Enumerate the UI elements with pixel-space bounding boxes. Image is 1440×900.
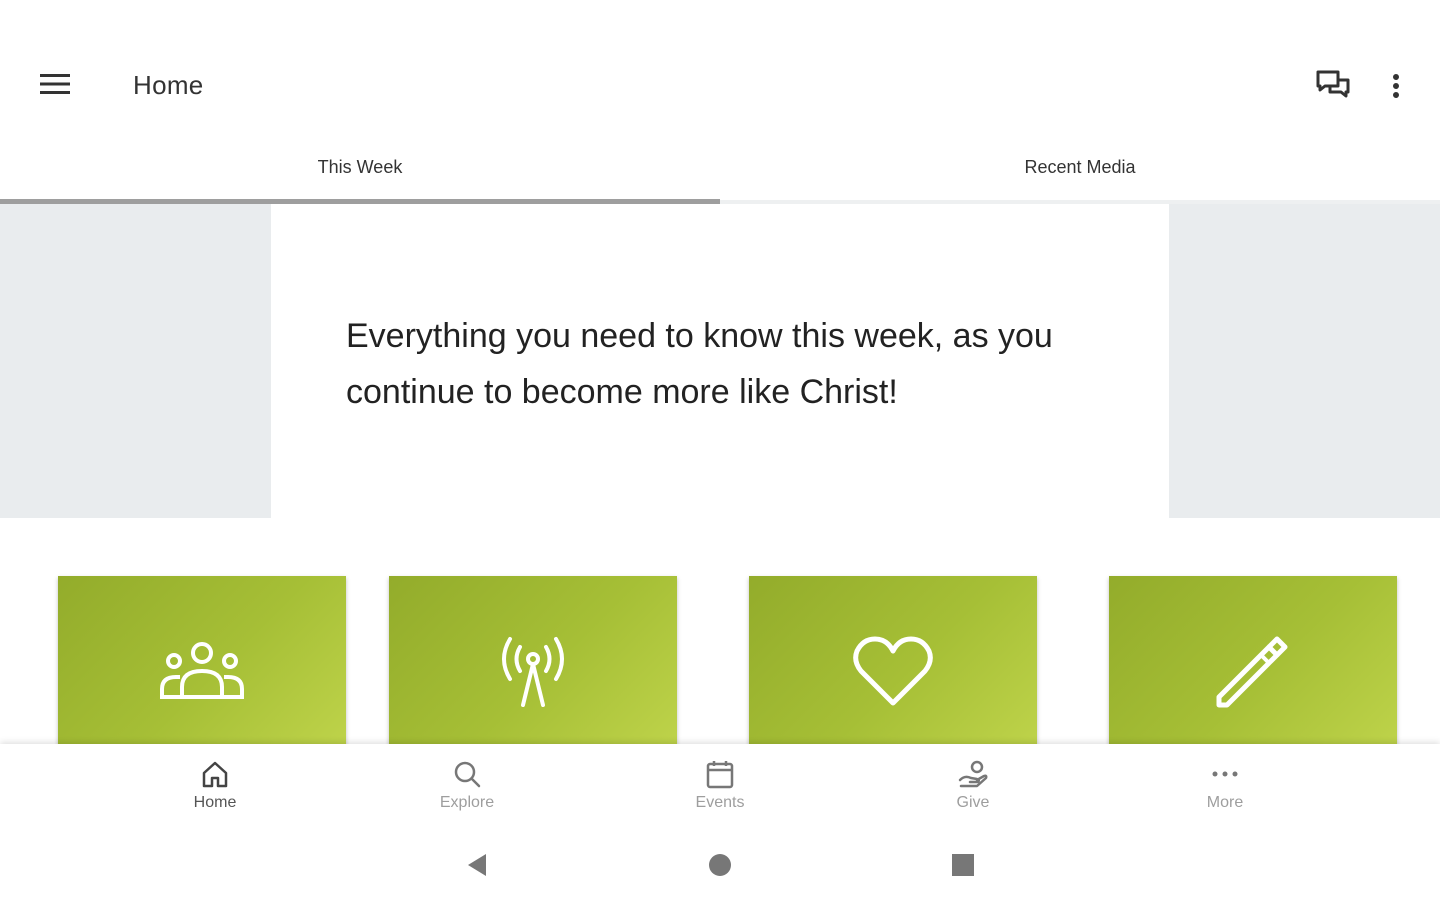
menu-button[interactable]	[30, 64, 78, 104]
tab-recent-media[interactable]: Recent Media	[720, 140, 1440, 200]
hero-text: Everything you need to know this week, a…	[346, 317, 1053, 411]
hamburger-menu-icon	[40, 74, 70, 94]
recents-square-icon	[952, 854, 974, 876]
pencil-icon	[1216, 636, 1288, 708]
more-dots-icon	[1212, 771, 1238, 777]
nav-item-give[interactable]: Give	[913, 744, 1033, 830]
system-recents-button[interactable]	[943, 850, 983, 880]
chat-button[interactable]	[1310, 64, 1354, 108]
search-icon	[454, 761, 481, 788]
system-back-button[interactable]	[456, 850, 496, 880]
tab-this-week[interactable]: This Week	[0, 140, 720, 204]
quick-links-row	[0, 576, 1440, 746]
tile-groups[interactable]	[58, 576, 346, 746]
nav-item-explore[interactable]: Explore	[407, 744, 527, 830]
tab-label: Recent Media	[1024, 156, 1136, 177]
system-navigation-bar	[0, 830, 1440, 900]
nav-item-more[interactable]: More	[1165, 744, 1285, 830]
hero-card: Everything you need to know this week, a…	[271, 204, 1169, 518]
bottom-navigation: Home Explore Events Give More	[0, 744, 1440, 830]
hero-section: Everything you need to know this week, a…	[0, 204, 1440, 518]
calendar-icon	[706, 761, 734, 789]
broadcast-antenna-icon	[502, 637, 564, 707]
give-hand-icon	[958, 760, 988, 788]
heart-icon	[853, 636, 933, 706]
people-group-icon	[160, 642, 244, 699]
top-app-bar: Home	[0, 0, 1440, 140]
home-circle-icon	[709, 854, 731, 876]
home-icon	[202, 761, 228, 788]
nav-item-events[interactable]: Events	[660, 744, 780, 830]
tab-label: This Week	[317, 156, 403, 177]
tab-bar: This Week Recent Media	[0, 140, 1440, 204]
nav-label-events: Events	[695, 794, 745, 811]
nav-label-explore: Explore	[439, 794, 495, 811]
back-triangle-icon	[468, 854, 486, 876]
nav-label-more: More	[1206, 794, 1244, 811]
page-title: Home	[133, 70, 204, 100]
tile-prayer[interactable]	[749, 576, 1037, 746]
system-home-button[interactable]	[700, 850, 740, 880]
tile-notes[interactable]	[1109, 576, 1397, 746]
kebab-menu-icon	[1393, 74, 1399, 98]
chat-bubbles-icon	[1316, 70, 1350, 98]
tile-live[interactable]	[389, 576, 677, 746]
nav-label-home: Home	[193, 794, 237, 811]
more-options-button[interactable]	[1378, 64, 1414, 108]
nav-item-home[interactable]: Home	[155, 744, 275, 830]
nav-label-give: Give	[956, 794, 990, 811]
